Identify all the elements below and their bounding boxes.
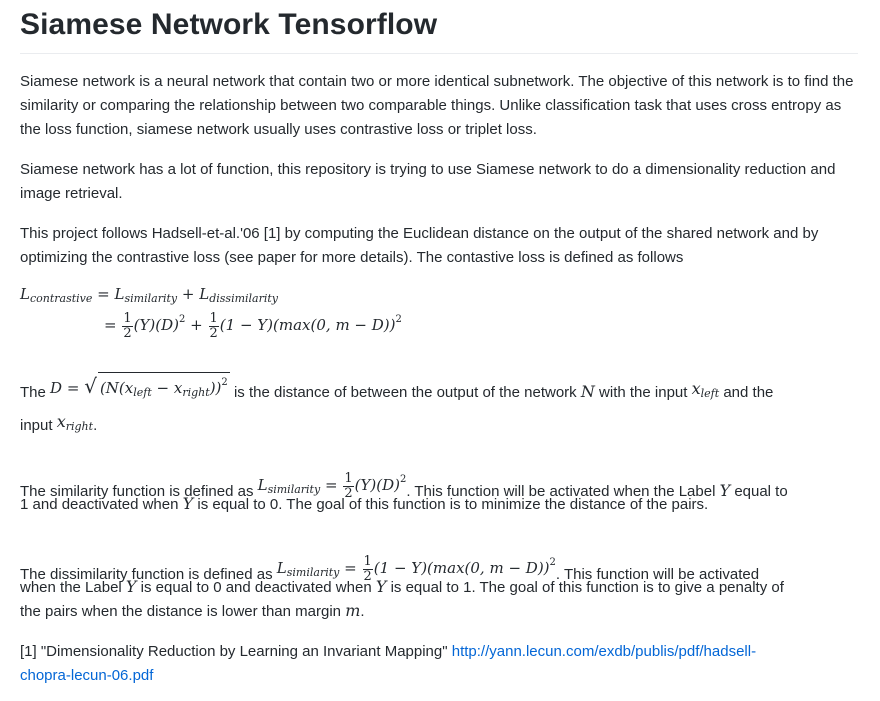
- eq-lhs-symbol: L: [20, 285, 30, 303]
- x-left-var: x: [691, 379, 701, 398]
- eq-half-fraction-1: 12: [122, 310, 133, 341]
- reference-text: [1] "Dimensionality Reduction by Learnin…: [20, 643, 448, 660]
- eq-square-2: 2: [395, 314, 402, 325]
- eq-line2-plus: +: [190, 316, 203, 334]
- distance-line-2: input xright.: [20, 410, 860, 439]
- similarity-text-c: 1 and deactivated when: [20, 496, 179, 513]
- sqrt-left-subscript: left: [133, 386, 152, 399]
- eq-square-1: 2: [178, 314, 186, 325]
- dissimilarity-text-e: the pairs when the distance is lower tha…: [20, 603, 342, 620]
- x-right-symbol: xright: [56, 412, 94, 433]
- eq-line2-equals: =: [104, 316, 117, 334]
- dissimilarity-text-c: is equal to 0 and deactivated when: [140, 579, 372, 596]
- label-y-symbol: Y: [182, 494, 194, 513]
- fraction-denominator: 2: [123, 325, 132, 341]
- eq-equals: =: [97, 285, 110, 303]
- page-title: Siamese Network Tensorflow: [20, 8, 438, 41]
- purpose-paragraph: Siamese network has a lot of function, t…: [20, 161, 836, 202]
- distance-equation: D = √ (N(xleft − xright))2: [50, 372, 230, 403]
- dissimilarity-text-d: is equal to 1. The goal of this function…: [390, 579, 784, 596]
- eq-rhs-a-subscript: similarity: [124, 292, 178, 305]
- distance-text-d: input: [20, 417, 53, 434]
- title-divider: [20, 53, 858, 54]
- dissimilarity-text-b: when the Label: [20, 579, 122, 596]
- sqrt-square: 2: [221, 377, 228, 388]
- eq-rhs-b-symbol: L: [199, 285, 210, 303]
- label-y-symbol: Y: [375, 577, 387, 596]
- fraction-numerator: 1: [208, 310, 219, 327]
- equation-line-2: = 1 2 (Y)(D)2 + 1 2 (1 − Y)(max(0, m − D))2: [104, 308, 402, 341]
- eq-term-2: (1 − Y)(max(0, m − D)): [219, 316, 396, 334]
- label-y-symbol: Y: [125, 577, 137, 596]
- x-left-subscript: left: [700, 387, 720, 400]
- intro-paragraph: Siamese network is a neural network that…: [20, 73, 854, 138]
- similarity-text-d: is equal to 0. The goal of this function…: [197, 496, 709, 513]
- paper-link-line-2[interactable]: chopra-lecun-06.pdf: [20, 667, 153, 684]
- dissimilarity-line-3: the pairs when the distance is lower tha…: [20, 599, 860, 624]
- eq-plus: +: [181, 285, 195, 303]
- method-paragraph: This project follows Hadsell-et-al.'06 […: [20, 225, 819, 266]
- margin-symbol: m: [345, 601, 361, 620]
- contrastive-loss-equation: Lcontrastive = Lsimilarity + Ldissimilar…: [20, 282, 540, 362]
- network-symbol: N: [580, 382, 595, 401]
- x-right-subscript: right: [65, 420, 94, 433]
- paper-link-line-1[interactable]: http://yann.lecun.com/exdb/publis/pdf/ha…: [452, 643, 756, 660]
- fraction-numerator: 1: [343, 470, 354, 487]
- eq-term-1: (Y)(D): [133, 316, 179, 334]
- eq-rhs-a-symbol: L: [114, 285, 125, 303]
- readme-page: Siamese Network Tensorflow Siamese netwo…: [0, 0, 880, 701]
- sqrt-right-subscript: right: [182, 386, 210, 399]
- eq-lhs-subscript: contrastive: [29, 292, 93, 305]
- eq-half-fraction-2: 12: [208, 310, 219, 341]
- reference-paragraph: [1] "Dimensionality Reduction by Learnin…: [20, 640, 860, 688]
- x-left-symbol: xleft: [691, 379, 720, 400]
- distance-period: .: [93, 417, 98, 434]
- distance-prefix: The: [20, 384, 46, 401]
- fraction-numerator: 1: [362, 553, 373, 570]
- x-right-var: x: [56, 412, 66, 431]
- sqrt-radical: √: [84, 374, 97, 398]
- distance-symbol: D: [50, 379, 63, 397]
- distance-text-a: is the distance of between the output of…: [233, 384, 577, 401]
- eq-rhs-b-subscript: dissimilarity: [209, 292, 279, 305]
- distance-line-1: The D = √ (N(xleft − xright))2 is the dis…: [20, 372, 860, 406]
- sqrt-body-open: (N(x: [99, 379, 134, 397]
- fraction-numerator: 1: [122, 310, 133, 327]
- sqrt-minus: − x: [151, 379, 183, 397]
- distance-text-c: and the: [723, 384, 774, 401]
- dissimilarity-period: .: [360, 603, 365, 620]
- sqrt-body: (N(xleft − xright))2: [97, 372, 230, 403]
- similarity-line-2: 1 and deactivated when Y is equal to 0. …: [20, 492, 860, 517]
- sqrt-close: )): [209, 379, 222, 397]
- equation-line-1: Lcontrastive = Lsimilarity + Ldissimilar…: [20, 282, 278, 311]
- distance-text-b: with the input: [599, 384, 688, 401]
- distance-equals: =: [66, 379, 80, 397]
- fraction-denominator: 2: [209, 325, 218, 341]
- dissimilarity-line-2: when the Label Y is equal to 0 and deact…: [20, 575, 860, 600]
